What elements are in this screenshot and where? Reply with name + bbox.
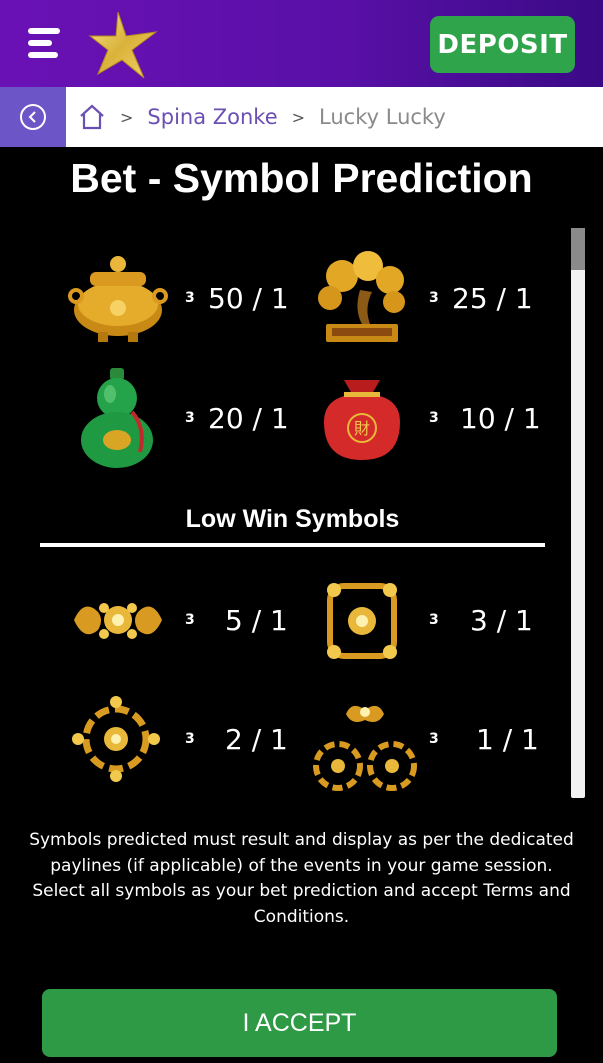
breadcrumb-item-lucky-lucky: Lucky Lucky bbox=[319, 105, 446, 129]
symbol-odds: 20 / 1 bbox=[208, 402, 289, 435]
info-paragraph: Select all symbols as your bet predictio… bbox=[32, 881, 571, 927]
jade-gourd-icon bbox=[81, 368, 153, 468]
page-title: Bet - Symbol Prediction bbox=[70, 155, 533, 201]
money-tree-icon bbox=[318, 251, 405, 342]
terms-info-text: Symbols predicted must result and displa… bbox=[28, 828, 575, 930]
svg-text:財: 財 bbox=[354, 419, 370, 438]
breadcrumb-separator: > bbox=[291, 107, 306, 127]
breadcrumb-item-spina-zonke[interactable]: Spina Zonke bbox=[147, 105, 277, 129]
gold-ornament-wide-icon bbox=[74, 603, 162, 639]
accept-button[interactable]: I ACCEPT bbox=[42, 989, 557, 1057]
symbol-count: 3 bbox=[429, 731, 439, 747]
gold-pot-icon bbox=[68, 256, 168, 342]
breadcrumb: > Spina Zonke > Lucky Lucky bbox=[0, 87, 603, 147]
symbol-count: 3 bbox=[185, 410, 195, 426]
gold-star-logo-icon[interactable] bbox=[88, 10, 160, 80]
symbol-count: 3 bbox=[429, 410, 439, 426]
top-bar: DEPOSIT bbox=[0, 0, 603, 87]
symbol-odds: 3 / 1 bbox=[470, 604, 533, 637]
symbol-odds: 2 / 1 bbox=[225, 723, 288, 756]
symbol-odds: 5 / 1 bbox=[225, 604, 288, 637]
symbol-odds: 50 / 1 bbox=[208, 282, 289, 315]
gold-ornament-cluster-icon bbox=[313, 705, 417, 791]
low-win-symbols-title: Low Win Symbols bbox=[185, 505, 400, 533]
symbol-count: 3 bbox=[185, 290, 195, 306]
symbol-odds: 10 / 1 bbox=[460, 402, 541, 435]
info-paragraph: Symbols predicted must result and displa… bbox=[29, 830, 574, 876]
hamburger-menu-icon[interactable] bbox=[28, 28, 64, 60]
symbol-count: 3 bbox=[185, 731, 195, 747]
gold-ornament-round-icon bbox=[72, 696, 160, 782]
back-button[interactable] bbox=[0, 87, 66, 147]
symbol-odds: 25 / 1 bbox=[452, 282, 533, 315]
symbol-count: 3 bbox=[429, 290, 439, 306]
symbol-count: 3 bbox=[185, 612, 195, 628]
home-icon[interactable] bbox=[78, 103, 106, 131]
symbol-odds: 1 / 1 bbox=[476, 723, 539, 756]
scrollbar-thumb[interactable] bbox=[571, 228, 585, 270]
symbol-count: 3 bbox=[429, 612, 439, 628]
gold-ornament-square-icon bbox=[327, 583, 397, 659]
deposit-button[interactable]: DEPOSIT bbox=[430, 16, 575, 73]
section-divider bbox=[40, 543, 545, 547]
breadcrumb-separator: > bbox=[120, 107, 134, 127]
chevron-left-circle-icon bbox=[20, 104, 46, 130]
red-lucky-bag-icon: 財 bbox=[324, 380, 400, 460]
